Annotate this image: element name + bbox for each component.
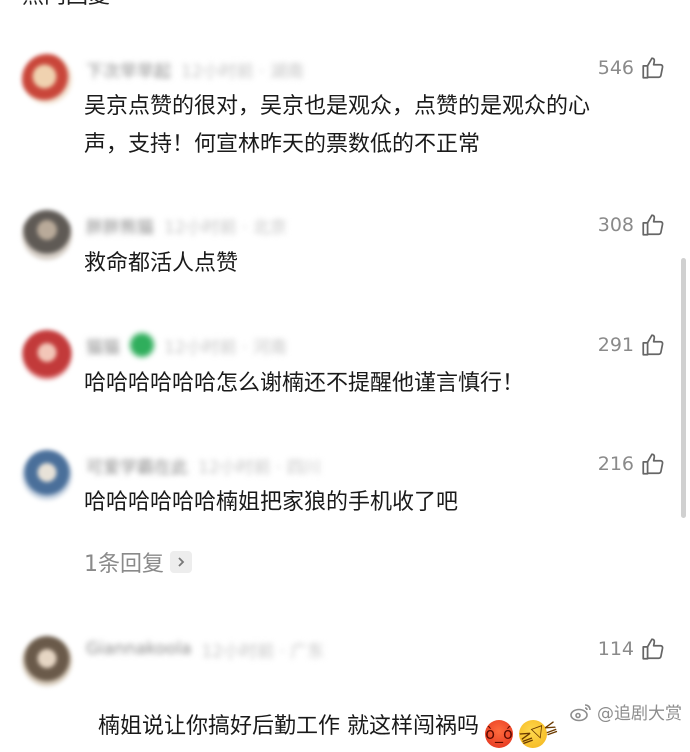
username[interactable]: 猫猫 bbox=[86, 333, 120, 358]
like-count: 291 bbox=[597, 334, 634, 356]
like-button[interactable]: 546 bbox=[598, 55, 666, 81]
username[interactable]: 胖胖熊猫 bbox=[86, 213, 154, 238]
like-count: 216 bbox=[597, 453, 634, 475]
comment-time-location: 12小时前 · 广东 bbox=[201, 641, 325, 662]
thumbs-up-icon bbox=[642, 57, 664, 79]
comment-time-location: 12小时前 · 四川 bbox=[198, 457, 321, 478]
reply-count-label: 1条回复 bbox=[84, 552, 164, 577]
section-title: 热门回复 bbox=[22, 0, 110, 12]
thumbs-up-icon bbox=[642, 214, 664, 236]
comment-text: 哈哈哈哈哈哈怎么谢楠还不提醒他谨言慎行！ bbox=[84, 371, 525, 396]
avatar[interactable] bbox=[22, 636, 72, 686]
watermark: @追剧大赏 bbox=[569, 699, 682, 724]
scrollbar[interactable] bbox=[681, 258, 686, 518]
comment-time-location: 12小时前 · 河南 bbox=[164, 337, 287, 358]
chevron-right-icon bbox=[170, 551, 192, 573]
rolling-laughing-emoji-icon: ≧▽≦ bbox=[515, 716, 560, 752]
verified-badge-icon bbox=[130, 333, 154, 357]
thumbs-up-icon bbox=[642, 638, 664, 660]
comment-meta: 猫猫 12小时前 · 河南 bbox=[86, 333, 287, 358]
comment-time-location: 12小时前 · 北京 bbox=[164, 217, 287, 238]
weibo-icon bbox=[570, 703, 591, 721]
comment-text: 救命都活人点赞 bbox=[84, 251, 239, 276]
comment-text: 吴京点赞的很对，吴京也是观众，点赞的是观众的心 声，支持！何宣林昨天的票数低的不… bbox=[84, 94, 591, 157]
thumbs-up-icon bbox=[642, 453, 664, 475]
avatar[interactable] bbox=[22, 450, 72, 500]
avatar[interactable] bbox=[22, 330, 72, 380]
avatar[interactable] bbox=[22, 54, 72, 104]
comment-text: 楠姐说让你搞好后勤工作 就这样闯祸吗 bbox=[98, 714, 479, 739]
thumbs-up-icon bbox=[642, 334, 664, 356]
like-count: 114 bbox=[597, 638, 634, 660]
comment-meta: Giannakoola 12小时前 · 广东 bbox=[86, 638, 325, 662]
like-button[interactable]: 216 bbox=[598, 451, 666, 477]
comment-meta: 可爱学霸在此 12小时前 · 四川 bbox=[86, 453, 321, 478]
like-count: 308 bbox=[597, 214, 634, 236]
comment-text: 哈哈哈哈哈哈楠姐把家狼的手机收了吧 bbox=[84, 490, 459, 515]
like-count: 546 bbox=[597, 57, 634, 79]
like-button[interactable]: 308 bbox=[598, 212, 666, 238]
watermark-text: @追剧大赏 bbox=[597, 704, 682, 724]
username[interactable]: 下次早早起 bbox=[86, 57, 171, 82]
angry-face-emoji-icon: ò_ó bbox=[485, 720, 513, 748]
like-button[interactable]: 291 bbox=[598, 332, 666, 358]
comment-meta: 胖胖熊猫 12小时前 · 北京 bbox=[86, 213, 287, 238]
comment-meta: 下次早早起 12小时前 · 湖南 bbox=[86, 57, 304, 82]
username[interactable]: Giannakoola bbox=[86, 639, 191, 659]
avatar[interactable] bbox=[22, 210, 72, 260]
username[interactable]: 可爱学霸在此 bbox=[86, 453, 188, 478]
comment-time-location: 12小时前 · 湖南 bbox=[181, 61, 304, 82]
like-button[interactable]: 114 bbox=[598, 636, 666, 662]
view-replies-button[interactable]: 1条回复 bbox=[84, 546, 192, 578]
